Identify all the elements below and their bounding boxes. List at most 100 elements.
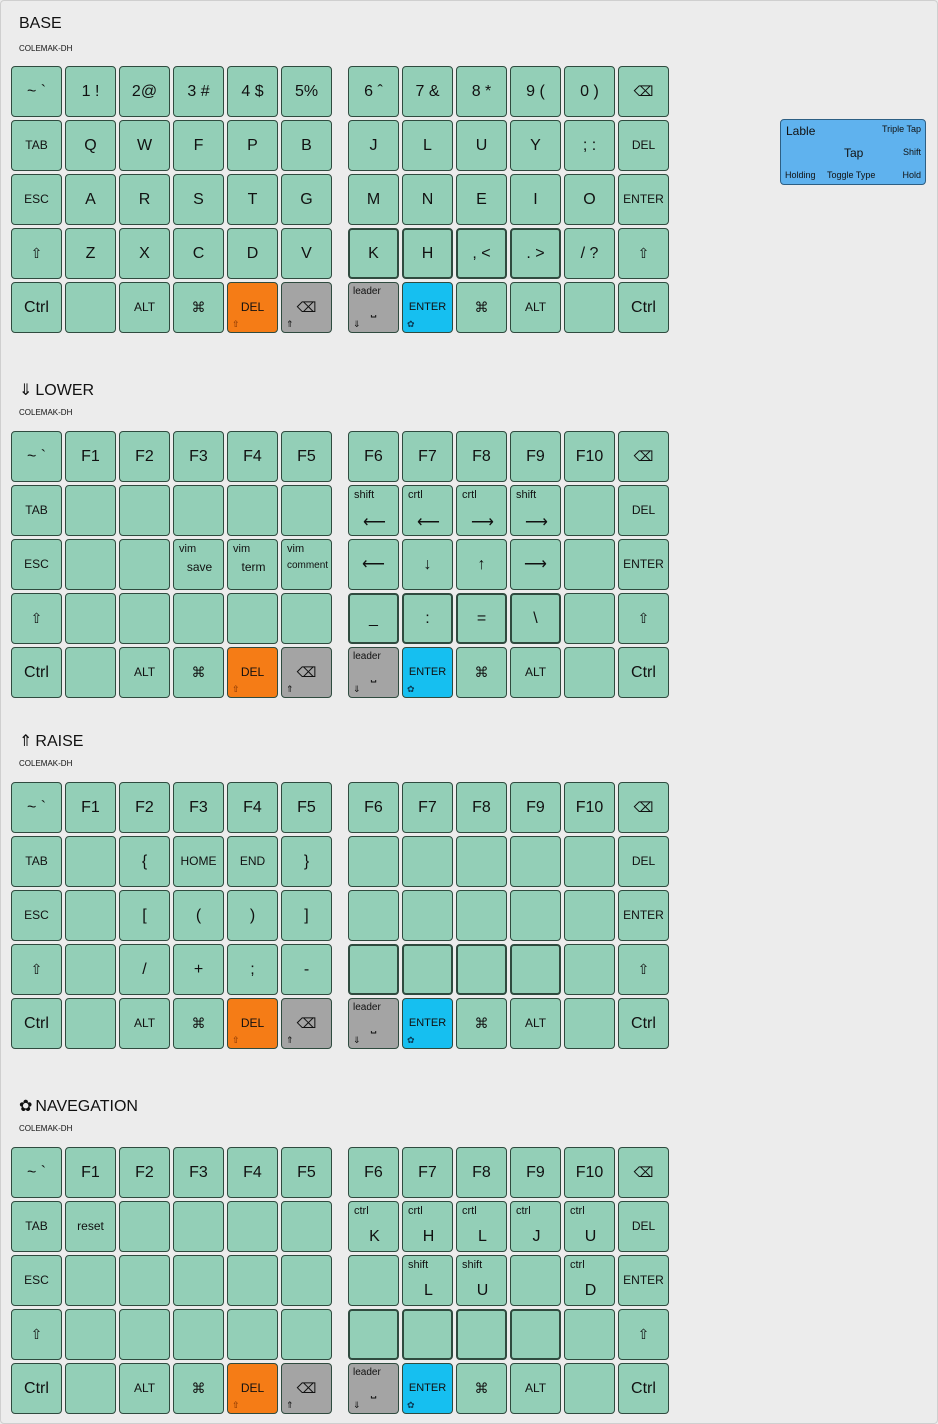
space-icon: ⎵ xyxy=(370,1017,377,1033)
lower-icon: ⇓ xyxy=(353,1400,361,1410)
key-esc: ESC xyxy=(11,890,62,941)
key-label: ⟵ xyxy=(362,555,385,573)
layer-title-text: LOWER xyxy=(35,382,95,399)
key-blank xyxy=(456,890,507,941)
key-enter: ENTER xyxy=(618,1255,669,1306)
key-blank: { xyxy=(119,836,170,887)
key-alt: ALT xyxy=(510,647,561,698)
key-label: F2 xyxy=(135,1163,154,1181)
key-combo: leader ⎵ ⇓ xyxy=(348,647,399,698)
key-home: HOME xyxy=(173,836,224,887)
key-blank xyxy=(227,1255,278,1306)
key-label: : xyxy=(425,609,430,627)
key-esc: ESC xyxy=(11,539,62,590)
key-f7: F7 xyxy=(402,782,453,833)
key-label xyxy=(282,1202,331,1251)
key-combo: leader ⎵ ⇓ xyxy=(348,282,399,333)
key-f6: F6 xyxy=(348,1147,399,1198)
key-z: Z xyxy=(65,228,116,279)
command-icon: ⌘ xyxy=(474,1014,489,1031)
key-main-label: H xyxy=(422,1228,435,1245)
key-label xyxy=(120,594,169,643)
key-1: 1 ! xyxy=(65,66,116,117)
key-blank xyxy=(65,485,116,536)
key-del: DEL xyxy=(618,836,669,887)
key-shift: ⇧ xyxy=(618,944,669,995)
key-label: E xyxy=(476,190,487,208)
key-label: ] xyxy=(304,906,309,924)
key-r: R xyxy=(119,174,170,225)
key-f10: F10 xyxy=(564,1147,615,1198)
key-ctrl: Ctrl xyxy=(11,282,62,333)
key-label xyxy=(228,1310,277,1359)
key-label: G xyxy=(300,190,313,208)
key-modifier-label: vim xyxy=(179,543,197,555)
key-b: B xyxy=(281,120,332,171)
navegation-icon: ✿ xyxy=(19,1098,33,1115)
key-main-label: L xyxy=(478,1228,487,1245)
key-label: DEL xyxy=(631,1218,656,1233)
key-label: F xyxy=(193,136,204,154)
key-q: Q xyxy=(65,120,116,171)
key-label: L xyxy=(423,136,432,154)
key-a: A xyxy=(65,174,116,225)
raise-icon: ⇑ xyxy=(286,1400,294,1410)
key-x: X xyxy=(119,228,170,279)
key-ctrl: Ctrl xyxy=(618,998,669,1049)
key-ctrl: Ctrl xyxy=(618,647,669,698)
key-blank: ; xyxy=(227,944,278,995)
key-blank: ⟶ xyxy=(510,539,561,590)
key-top-label: leader xyxy=(353,286,381,297)
key-label xyxy=(66,648,115,697)
key-blank xyxy=(227,485,278,536)
key-label: F3 xyxy=(189,798,208,816)
key-blank: ( xyxy=(173,890,224,941)
key-f10: F10 xyxy=(564,431,615,482)
key-alt: ALT xyxy=(119,282,170,333)
key-label xyxy=(403,891,452,940)
key-blank xyxy=(65,944,116,995)
key-label: F7 xyxy=(418,447,437,465)
key-f5: F5 xyxy=(281,1147,332,1198)
key-label xyxy=(349,837,398,886)
shift-icon: ⇧ xyxy=(232,684,240,694)
key-blank xyxy=(456,836,507,887)
key-label xyxy=(403,837,452,886)
key-modifier-label: crtl xyxy=(408,1205,423,1217)
key-label xyxy=(565,837,614,886)
key-t: T xyxy=(227,174,278,225)
key-label: \ xyxy=(533,609,538,627)
key-ctrl: Ctrl xyxy=(618,1363,669,1414)
key-label: ALT xyxy=(133,1380,156,1395)
key-blank xyxy=(65,647,116,698)
shift-icon: ⇧ xyxy=(637,1325,650,1342)
key-blank: ⟵ xyxy=(348,539,399,590)
command-icon: ⌘ xyxy=(191,663,206,680)
key-del: DEL xyxy=(618,485,669,536)
backspace-icon: ⌫ xyxy=(633,798,654,815)
key-enter: ENTER ✿ xyxy=(402,1363,453,1414)
key-label xyxy=(565,648,614,697)
key-shift: ⇧ xyxy=(11,1309,62,1360)
key-alt: ALT xyxy=(510,282,561,333)
key-combo: leader ⎵ ⇓ xyxy=(348,1363,399,1414)
key-f4: F4 xyxy=(227,431,278,482)
raise-icon: ⇑ xyxy=(286,1035,294,1045)
key-label: END xyxy=(239,853,266,868)
key-label xyxy=(120,486,169,535)
key-label xyxy=(565,999,614,1048)
key-label xyxy=(458,1311,505,1358)
key-blank xyxy=(402,836,453,887)
key-label xyxy=(66,945,115,994)
key-blank xyxy=(281,1201,332,1252)
key-blank: - xyxy=(281,944,332,995)
key-label: ENTER xyxy=(623,191,664,206)
key-label: Ctrl xyxy=(631,298,656,316)
key-label: ENTER xyxy=(623,556,664,571)
raise-icon: ⇑ xyxy=(286,319,294,329)
key-modifier-label: crtl xyxy=(462,489,477,501)
key-backspace: ⌫ xyxy=(618,431,669,482)
key-label: I xyxy=(533,190,538,208)
key-f8: F8 xyxy=(456,431,507,482)
key-modifier-label: ctrl xyxy=(570,1205,585,1217)
